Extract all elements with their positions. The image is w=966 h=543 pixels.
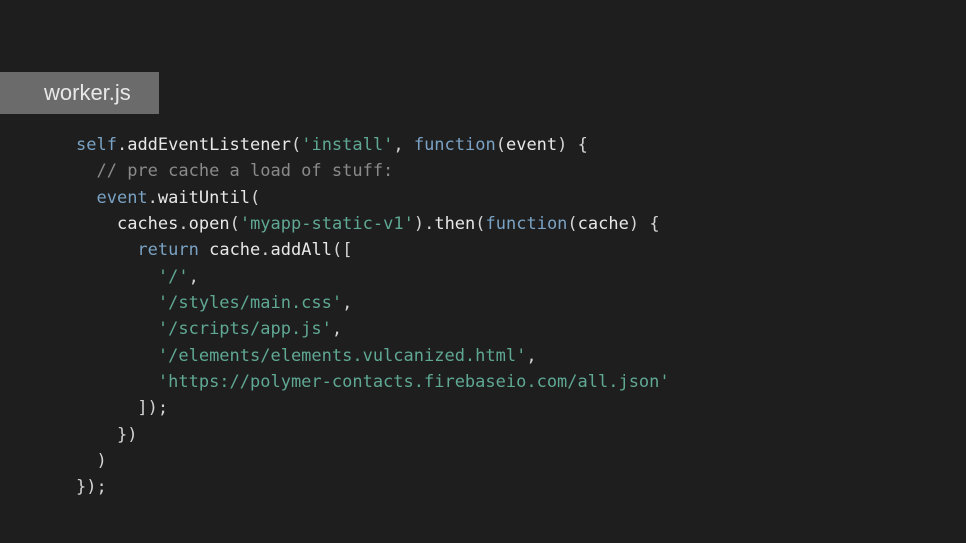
- file-tab-label: worker.js: [44, 80, 131, 105]
- token-punc: ): [414, 214, 424, 234]
- token-punc: (: [291, 135, 301, 155]
- token-punc: {: [639, 214, 659, 234]
- token-punc: .: [260, 240, 270, 260]
- token-string: '/elements/elements.vulcanized.html': [158, 346, 526, 366]
- token-punc: ,: [332, 319, 342, 339]
- token-punc: .: [178, 214, 188, 234]
- token-punc: (: [250, 188, 260, 208]
- token-method: addEventListener: [127, 135, 291, 155]
- token-punc: ): [148, 398, 158, 418]
- token-punc: }: [76, 477, 86, 497]
- token-punc: ,: [342, 293, 352, 313]
- token-punc: ,: [393, 135, 413, 155]
- token-string: '/styles/main.css': [158, 293, 342, 313]
- token-param: event: [506, 135, 557, 155]
- token-punc: (: [567, 214, 577, 234]
- file-tab[interactable]: worker.js: [0, 72, 159, 114]
- token-method: waitUntil: [158, 188, 250, 208]
- token-method: open: [189, 214, 230, 234]
- token-keyword: return: [137, 240, 198, 260]
- token-punc: ): [629, 214, 639, 234]
- token-punc: ): [127, 425, 137, 445]
- token-var: event: [96, 188, 147, 208]
- token-string: 'https://polymer-contacts.firebaseio.com…: [158, 372, 670, 392]
- token-punc: ;: [158, 398, 168, 418]
- token-punc: (: [475, 214, 485, 234]
- token-punc: }: [117, 425, 127, 445]
- token-method: cache: [209, 240, 260, 260]
- code-content: self.addEventListener('install', functio…: [76, 132, 670, 501]
- token-param: cache: [578, 214, 629, 234]
- token-string: '/': [158, 267, 189, 287]
- token-method: addAll: [271, 240, 332, 260]
- token-punc: [: [342, 240, 352, 260]
- token-punc: (: [496, 135, 506, 155]
- token-string: 'myapp-static-v1': [240, 214, 414, 234]
- token-keyword: function: [414, 135, 496, 155]
- token-punc: .: [148, 188, 158, 208]
- token-string: '/scripts/app.js': [158, 319, 332, 339]
- token-string: 'install': [301, 135, 393, 155]
- token-keyword: function: [486, 214, 568, 234]
- token-var: self: [76, 135, 117, 155]
- token-punc: {: [567, 135, 587, 155]
- token-punc: ,: [526, 346, 536, 366]
- token-punc: .: [424, 214, 434, 234]
- token-punc: ,: [189, 267, 199, 287]
- token-comment: // pre cache a load of stuff:: [96, 161, 393, 181]
- token-punc: ): [557, 135, 567, 155]
- token-punc: ): [96, 451, 106, 471]
- token-punc: ): [86, 477, 96, 497]
- token-punc: ]: [137, 398, 147, 418]
- token-punc: (: [230, 214, 240, 234]
- token-method: then: [434, 214, 475, 234]
- token-method: caches: [117, 214, 178, 234]
- token-punc: (: [332, 240, 342, 260]
- token-punc: .: [117, 135, 127, 155]
- token-punc: ;: [97, 477, 107, 497]
